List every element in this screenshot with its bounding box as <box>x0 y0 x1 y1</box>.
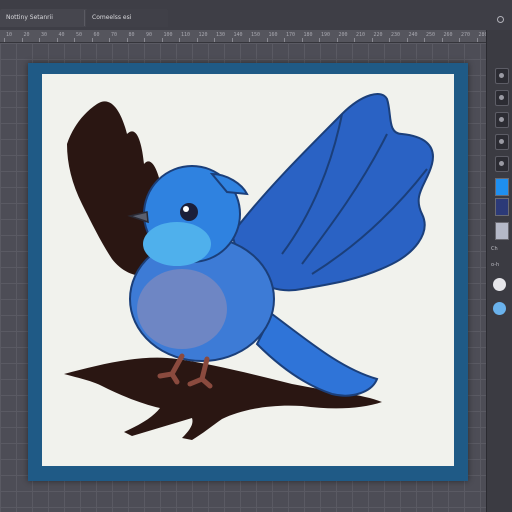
ruler-tick <box>319 38 320 42</box>
panel-label-2: o-h <box>491 262 500 268</box>
ruler-tick <box>441 38 443 42</box>
ruler-tick-label: 10 <box>6 32 13 38</box>
ruler-tick-label: 170 <box>286 32 296 38</box>
right-panel: Ch o-h <box>486 30 512 512</box>
ruler-tick-label: 240 <box>408 32 418 38</box>
ruler-tick-label: 20 <box>23 32 30 38</box>
ruler-tick <box>126 38 128 42</box>
ruler-tick <box>144 38 145 42</box>
ruler-tick-label: 180 <box>303 32 313 38</box>
ruler-tick <box>214 38 215 42</box>
ruler-tick <box>4 38 5 42</box>
ruler-tick-label: 190 <box>321 32 331 38</box>
ruler-tick-label: 90 <box>146 32 153 38</box>
panel-option-icon <box>499 139 504 144</box>
panel-label-1: Ch <box>491 246 498 252</box>
ruler-tick-label: 250 <box>426 32 436 38</box>
bird-illustration <box>64 93 434 440</box>
ruler-tick-label: 140 <box>233 32 243 38</box>
ruler-tick <box>354 38 355 42</box>
panel-tool-2[interactable] <box>495 90 509 106</box>
ruler-tick <box>459 38 460 42</box>
artboard-canvas[interactable] <box>42 74 454 466</box>
ruler-tick-label: 40 <box>58 32 65 38</box>
color-swatch-primary[interactable] <box>495 178 509 196</box>
ruler-tick-label: 230 <box>391 32 401 38</box>
panel-toggle-icon <box>499 73 504 78</box>
panel-tool-3[interactable] <box>495 112 509 128</box>
document-tab-bar: Nottiny Setanrii Comeelss esi <box>0 0 512 31</box>
ruler-tick <box>196 38 198 42</box>
ruler-tick <box>336 38 338 42</box>
panel-option-icon <box>499 161 504 166</box>
ruler-tick-label: 30 <box>41 32 48 38</box>
bird-eye <box>180 203 198 221</box>
ruler-tick-label: 210 <box>356 32 366 38</box>
ruler-tick-label: 70 <box>111 32 118 38</box>
ruler-tick-label: 160 <box>268 32 278 38</box>
ruler-tick <box>284 38 285 42</box>
ruler-tick <box>56 38 58 42</box>
ruler-tick-label: 270 <box>461 32 471 38</box>
ruler-tick <box>109 38 110 42</box>
ruler-tick <box>301 38 303 42</box>
ruler-tick-label: 200 <box>338 32 348 38</box>
ruler-tick-label: 100 <box>163 32 173 38</box>
ruler-tick-label: 110 <box>181 32 191 38</box>
ruler-tick-label: 50 <box>76 32 83 38</box>
color-swatch-secondary[interactable] <box>495 198 509 216</box>
ruler-tick <box>161 38 163 42</box>
ruler-tick <box>91 38 93 42</box>
panel-tool-1[interactable] <box>495 68 509 84</box>
ruler-tick <box>266 38 268 42</box>
horizontal-ruler: 10 20 30 40 50 60 70 80 90 100 110 120 130 140 150 160 1… <box>0 30 486 43</box>
panel-tool-4[interactable] <box>495 134 509 150</box>
ruler-tick-label: 130 <box>216 32 226 38</box>
layer-visibility-icon <box>499 95 504 100</box>
panel-tool-5[interactable] <box>495 156 509 172</box>
panel-menu-icon[interactable] <box>497 16 504 23</box>
ruler-tick <box>406 38 408 42</box>
ruler-tick-label: 120 <box>198 32 208 38</box>
ruler-tick <box>389 38 390 42</box>
document-tab-2[interactable]: Comeelss esi <box>86 9 168 27</box>
ruler-tick-label: 280 <box>478 32 487 38</box>
ruler-tick <box>476 38 478 42</box>
ruler-tick <box>231 38 233 42</box>
ruler-tick-label: 260 <box>443 32 453 38</box>
ruler-tick <box>371 38 373 42</box>
ruler-tick <box>74 38 75 42</box>
ruler-tick-label: 60 <box>93 32 100 38</box>
ruler-tick-label: 80 <box>128 32 135 38</box>
ruler-tick <box>39 38 40 42</box>
panel-option-icon <box>499 117 504 122</box>
document-tab-1[interactable]: Nottiny Setanrii <box>0 9 94 27</box>
color-picker-blue[interactable] <box>493 302 506 315</box>
ruler-tick <box>424 38 425 42</box>
ruler-tick-label: 150 <box>251 32 261 38</box>
color-picker-light[interactable] <box>493 278 506 291</box>
ruler-tick <box>21 38 23 42</box>
ruler-tick-label: 220 <box>373 32 383 38</box>
ruler-tick <box>179 38 180 42</box>
tab-separator <box>84 10 85 26</box>
ruler-tick <box>249 38 250 42</box>
color-swatch-tertiary[interactable] <box>495 222 509 240</box>
